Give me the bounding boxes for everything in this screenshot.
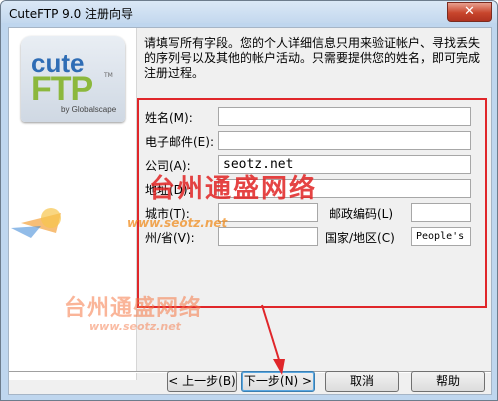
watermark-mascot-icon — [11, 208, 61, 238]
city-field[interactable] — [218, 203, 318, 222]
company-field[interactable]: seotz.net — [218, 155, 471, 174]
intro-text: 请填写所有字段。您的个人详细信息只用来验证帐户、寻找丢失的序列号以及其他的帐户活… — [144, 36, 481, 80]
zip-field[interactable] — [411, 203, 471, 222]
country-field[interactable]: People's R — [411, 227, 471, 246]
address-field[interactable] — [218, 179, 471, 198]
registration-wizard-window: CuteFTP 9.0 注册向导 ✕ cute FTP TM by Global… — [0, 0, 498, 401]
address-label: 地址(D): — [145, 183, 192, 197]
registration-form-highlight: 姓名(M): 电子邮件(E): 公司(A): seotz.net 地址(D): … — [137, 98, 487, 308]
company-label: 公司(A): — [145, 159, 191, 173]
name-field[interactable] — [218, 107, 471, 126]
cancel-button[interactable]: 取消 — [325, 371, 399, 392]
help-button[interactable]: 帮助 — [411, 371, 485, 392]
logo-text-ftp: FTP — [31, 70, 93, 108]
back-button[interactable]: < 上一步(B) — [167, 371, 237, 392]
window-title: CuteFTP 9.0 注册向导 — [9, 7, 134, 21]
next-button[interactable]: 下一步(N) > — [241, 371, 315, 392]
side-banner: cute FTP TM by Globalscape — [9, 28, 137, 380]
wizard-client-area: cute FTP TM by Globalscape 请填写所有字段。您的个人详… — [8, 27, 492, 395]
zip-label: 邮政编码(L) — [329, 207, 394, 221]
close-button[interactable]: ✕ — [447, 2, 492, 22]
state-label: 州/省(V): — [145, 231, 195, 245]
email-label: 电子邮件(E): — [145, 135, 214, 149]
name-label: 姓名(M): — [145, 111, 193, 125]
logo-byline: by Globalscape — [61, 105, 117, 114]
state-field[interactable] — [218, 227, 318, 246]
email-field[interactable] — [218, 131, 471, 150]
country-label: 国家/地区(C) — [325, 231, 395, 245]
city-label: 城市(T): — [145, 207, 190, 221]
logo-trademark: TM — [104, 72, 113, 79]
title-bar[interactable]: CuteFTP 9.0 注册向导 ✕ — [1, 1, 497, 23]
